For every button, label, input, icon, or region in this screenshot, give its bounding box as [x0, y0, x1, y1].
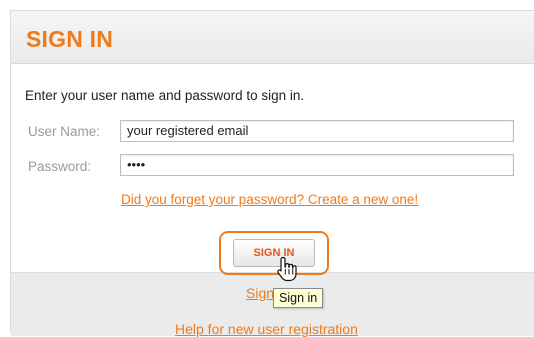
hand-pointer-icon	[277, 256, 297, 282]
signin-panel: SIGN IN Enter your user name and passwor…	[10, 10, 534, 337]
password-field[interactable]: ••••	[120, 154, 514, 176]
username-field[interactable]: your registered email	[120, 120, 514, 142]
panel-header: SIGN IN	[11, 11, 534, 64]
username-label: User Name:	[28, 124, 101, 139]
forgot-password-link[interactable]: Did you forget your password? Create a n…	[121, 192, 418, 207]
password-label: Password:	[28, 159, 92, 174]
signin-instructions: Enter your user name and password to sig…	[25, 88, 305, 103]
page-title: SIGN IN	[26, 26, 114, 52]
signin-button[interactable]: SIGN IN	[233, 239, 315, 267]
help-registration-link[interactable]: Help for new user registration	[175, 321, 358, 337]
signin-tooltip: Sign in	[273, 288, 324, 308]
